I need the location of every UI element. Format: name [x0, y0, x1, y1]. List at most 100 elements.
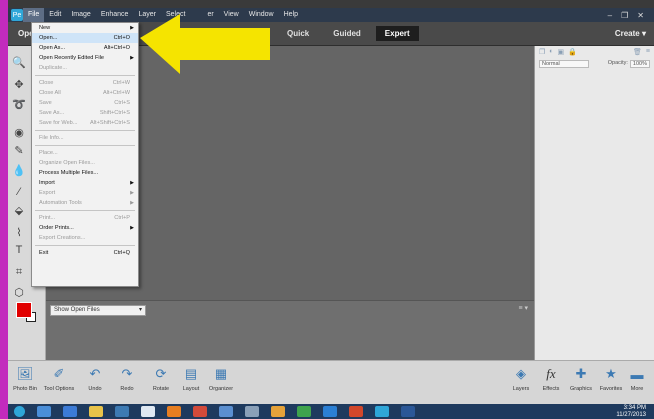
delete-layer-icon[interactable]: 🗑	[633, 48, 642, 56]
new-layer-icon[interactable]: ❐	[539, 48, 545, 56]
create-button[interactable]: Create ▾	[615, 29, 646, 38]
file-menu-item-order-prints[interactable]: Order Prints... ▶	[32, 223, 138, 233]
submenu-arrow-icon: ▶	[130, 180, 134, 186]
foreground-color-swatch[interactable]	[16, 302, 32, 318]
layout-button[interactable]: ▤ Layout	[176, 365, 206, 392]
taskbar-chrome-icon[interactable]	[167, 406, 181, 417]
create-label: Create	[614, 29, 640, 38]
file-menu-item-close: Close Ctrl+W	[32, 78, 138, 88]
taskbar-explorer-icon[interactable]	[89, 406, 103, 417]
menu-help[interactable]: Help	[279, 8, 303, 22]
menu-item-shortcut: Ctrl+S	[114, 100, 130, 106]
rotate-button[interactable]: ⟳ Rotate	[146, 365, 176, 392]
blur-tool-icon[interactable]: 💧	[11, 162, 27, 178]
taskbar-clock[interactable]: 3:34 PM 11/27/2013	[616, 405, 646, 419]
restore-button[interactable]: ❐	[621, 11, 628, 20]
file-menu-item-open-recently-edited-file[interactable]: Open Recently Edited File ▶	[32, 53, 138, 63]
lasso-tool-icon[interactable]: ➰	[11, 96, 27, 112]
blend-mode-select[interactable]: Normal	[539, 60, 589, 68]
tool-options-button[interactable]: ✐ Tool Options	[44, 365, 75, 392]
menu-separator	[35, 245, 135, 246]
menu-item-label: Process Multiple Files...	[39, 170, 99, 176]
file-menu-item-import[interactable]: Import ▶	[32, 178, 138, 188]
menu-item-shortcut: Ctrl+P	[114, 215, 130, 221]
graphics-button[interactable]: ✚ Graphics	[566, 365, 596, 392]
paint-bucket-icon[interactable]: ⬙	[11, 202, 27, 218]
menu-file[interactable]: File	[23, 8, 45, 22]
mode-tabs: Quick Guided Expert	[278, 26, 419, 41]
panel-menu-icon[interactable]: ≡	[646, 48, 650, 56]
minimize-button[interactable]: –	[608, 11, 612, 20]
rotate-icon: ⟳	[155, 366, 167, 381]
file-menu-item-save-as: Save As... Shift+Ctrl+S	[32, 108, 138, 118]
opacity-input[interactable]: 100%	[629, 60, 650, 68]
clock-date: 11/27/2013	[616, 411, 646, 418]
bin-show-select[interactable]: Show Open Files ▾	[50, 305, 146, 316]
menu-item-label: Save for Web...	[39, 120, 78, 126]
file-menu-item-export-creations: Export Creations...	[32, 233, 138, 243]
more-button[interactable]: ▬ More	[622, 365, 652, 393]
mask-icon[interactable]: ▣	[558, 48, 565, 56]
menu-item-label: Export Creations...	[39, 235, 86, 241]
file-menu-item-process-multiple-files[interactable]: Process Multiple Files...	[32, 168, 138, 178]
photoshop-elements-icon[interactable]: Pe	[11, 9, 23, 21]
file-menu-item-place: Place...	[32, 148, 138, 158]
menu-item-label: Export	[39, 190, 56, 196]
tool-options-icon: ✐	[53, 366, 65, 381]
taskbar-app-icon[interactable]	[245, 406, 259, 417]
tab-guided[interactable]: Guided	[324, 26, 370, 41]
shape-tool-icon[interactable]: ⬡	[11, 284, 27, 300]
file-menu-item-open-as[interactable]: Open As... Alt+Ctrl+O	[32, 43, 138, 53]
file-menu-item-new[interactable]: New ▶	[32, 23, 138, 33]
yellow-arrow-annotation	[140, 14, 270, 74]
file-menu-item-open[interactable]: Open... Ctrl+O	[32, 33, 138, 43]
pencil-tool-icon[interactable]: ⁄	[11, 184, 27, 200]
move-tool-icon[interactable]: ✥	[11, 76, 27, 92]
more-icon: ▬	[630, 366, 644, 382]
taskbar-word-icon[interactable]	[401, 406, 415, 417]
taskbar-app-icon[interactable]	[141, 406, 155, 417]
zoom-tool-icon[interactable]: 🔍	[11, 54, 27, 70]
lock-icon[interactable]: 🔒	[568, 48, 577, 56]
taskbar-app-icon[interactable]	[219, 406, 233, 417]
taskbar-excel-icon[interactable]	[297, 406, 311, 417]
text-tool-icon[interactable]: T	[11, 242, 27, 258]
redo-button[interactable]: ↷ Redo	[112, 365, 142, 392]
taskbar-app-icon[interactable]	[271, 406, 285, 417]
bin-menu-icon[interactable]: ≡ ▾	[518, 304, 528, 312]
crop-tool-icon[interactable]: ⌗	[11, 264, 27, 280]
menu-item-shortcut: Alt+Ctrl+O	[103, 45, 130, 51]
photo-bin-button[interactable]: 🖼 Photo Bin	[10, 365, 40, 392]
taskbar-app-icon[interactable]	[37, 406, 51, 417]
layers-button[interactable]: ◈ Layers	[506, 365, 536, 392]
graphics-icon: ✚	[575, 366, 587, 381]
adjustment-layer-icon[interactable]: ◐	[549, 48, 553, 56]
undo-button[interactable]: ↶ Undo	[80, 365, 110, 392]
photo-bin-icon: 🖼	[16, 366, 34, 381]
menu-edit[interactable]: Edit	[44, 8, 66, 22]
left-accent-strip	[0, 0, 8, 419]
tab-expert[interactable]: Expert	[375, 26, 419, 41]
menu-image[interactable]: Image	[66, 8, 95, 22]
start-button-icon[interactable]	[14, 406, 25, 417]
taskbar-powerpoint-icon[interactable]	[349, 406, 363, 417]
taskbar-ie-icon[interactable]	[63, 406, 77, 417]
taskbar-app-icon[interactable]	[115, 406, 129, 417]
eyedropper-icon[interactable]: ⌇	[11, 224, 27, 240]
taskbar-app-icon[interactable]	[375, 406, 389, 417]
menu-item-label: Organize Open Files...	[39, 160, 95, 166]
favorites-label: Favorites	[599, 386, 623, 392]
organizer-button[interactable]: ▦ Organizer	[206, 365, 236, 392]
favorites-icon: ★	[605, 366, 617, 381]
close-button[interactable]: ✕	[637, 11, 644, 20]
tab-quick[interactable]: Quick	[278, 26, 318, 41]
brush-tool-icon[interactable]: ✎	[11, 142, 27, 158]
effects-button[interactable]: fx Effects	[536, 365, 566, 392]
layout-icon: ▤	[184, 366, 198, 381]
eye-tool-icon[interactable]: ◉	[11, 124, 27, 140]
menu-enhance[interactable]: Enhance	[96, 8, 134, 22]
taskbar-aol-icon[interactable]	[323, 406, 337, 417]
taskbar-app-icon[interactable]	[193, 406, 207, 417]
photo-bin-label: Photo Bin	[13, 386, 37, 392]
file-menu-item-exit[interactable]: Exit Ctrl+Q	[32, 248, 138, 258]
